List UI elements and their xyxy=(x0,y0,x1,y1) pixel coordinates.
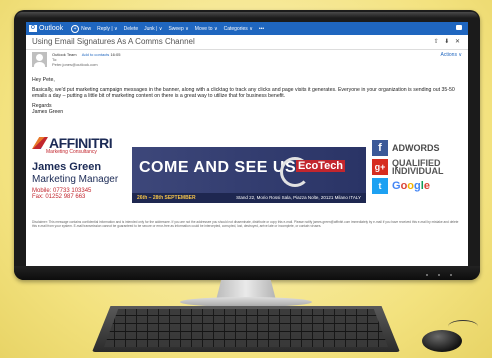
greeting: Hey Pete, xyxy=(32,77,55,83)
message-body: Hey Pete, Basically, we'd put marketing … xyxy=(32,77,462,116)
google-logo: Google xyxy=(392,180,430,192)
plus-circle-icon: + xyxy=(71,24,80,33)
facebook-row: f ADWORDS xyxy=(372,140,462,157)
body-paragraph: Basically, we'd put marketing campaign m… xyxy=(32,86,455,100)
add-to-contacts-link[interactable]: Add to contacts xyxy=(82,52,110,57)
banner-info-strip: 26th – 28th SEPTEMBER Stand 22, Morio Ro… xyxy=(132,193,366,203)
power-button-icon xyxy=(450,274,452,276)
sender-line: Outlook Team Add to contacts 16:05 xyxy=(52,52,120,57)
signature-fax: Fax: 01252 987 663 xyxy=(32,194,86,200)
ecotech-logo: EcoTech xyxy=(280,157,350,187)
recipient-address[interactable]: Peter.jones@outlook.com xyxy=(52,62,98,67)
sweep-button[interactable]: Sweep ∨ xyxy=(168,26,188,32)
actions-menu[interactable]: Actions ∨ xyxy=(441,52,462,58)
affinitri-mark-icon xyxy=(32,137,48,149)
event-dates: 26th – 28th SEPTEMBER xyxy=(137,195,196,201)
closing: Regards xyxy=(32,102,52,109)
brand-tagline: Marketing Consultancy xyxy=(46,149,97,155)
monitor-gloss xyxy=(16,12,478,18)
reply-button[interactable]: Reply | ∨ xyxy=(97,26,118,32)
email-disclaimer: Disclaimer: This message contains confid… xyxy=(32,220,459,229)
move-to-button[interactable]: Move to ∨ xyxy=(195,26,218,32)
closing-name: James Green xyxy=(32,109,64,116)
signature-name: James Green xyxy=(32,161,102,173)
google-letter: G xyxy=(392,180,401,192)
outlook-icon: O xyxy=(29,25,37,32)
monitor-stand-base xyxy=(180,297,312,307)
mouse xyxy=(422,330,462,352)
new-label: New xyxy=(81,25,92,32)
junk-button[interactable]: Junk | ∨ xyxy=(144,26,162,32)
individual-text: INDIVIDUAL xyxy=(392,166,444,176)
message-time: 16:05 xyxy=(110,52,121,57)
google-plus-row: g+ QUALIFIED INDIVIDUAL xyxy=(372,159,462,176)
social-badges: f ADWORDS g+ QUALIFIED INDIVIDUAL t Goog… xyxy=(372,140,462,197)
email-signature: AFFINITRI Marketing Consultancy James Gr… xyxy=(32,135,462,217)
monitor: O Outlook + New Reply | ∨ Delete Junk | … xyxy=(14,10,480,280)
outlook-toolbar: O Outlook + New Reply | ∨ Delete Junk | … xyxy=(26,22,468,35)
chat-icon[interactable] xyxy=(456,25,462,30)
screen: O Outlook + New Reply | ∨ Delete Junk | … xyxy=(26,22,468,266)
delete-button[interactable]: Delete xyxy=(124,26,138,32)
facebook-icon[interactable]: f xyxy=(372,140,388,156)
signature-banner[interactable]: COME AND SEE US EcoTech 26th – 28th SEPT… xyxy=(132,147,366,203)
signature-title: Marketing Manager xyxy=(32,174,119,185)
twitter-row: t Google xyxy=(372,178,462,195)
window-controls-icon[interactable]: ⇧ ⬇ ✕ xyxy=(434,38,462,45)
outlook-logo[interactable]: O Outlook xyxy=(29,25,63,32)
signature-brand-block: AFFINITRI Marketing Consultancy James Gr… xyxy=(32,135,142,200)
monitor-bezel xyxy=(14,266,480,280)
event-location: Stand 22, Morio Rossi Sala, Piazza Nolte… xyxy=(236,195,361,200)
google-letter: e xyxy=(423,180,430,192)
twitter-icon[interactable]: t xyxy=(372,178,388,194)
keyboard-keys xyxy=(104,309,388,347)
subject-row: Using Email Signatures As A Comms Channe… xyxy=(26,35,468,50)
email-subject: Using Email Signatures As A Comms Channe… xyxy=(32,37,195,46)
desk-background: O Outlook + New Reply | ∨ Delete Junk | … xyxy=(0,0,492,358)
ecotech-name: EcoTech xyxy=(296,160,346,172)
categories-button[interactable]: Categories ∨ xyxy=(224,26,253,32)
power-led-icon xyxy=(426,274,428,276)
banner-headline: COME AND SEE US xyxy=(139,159,297,176)
app-name: Outlook xyxy=(39,25,64,32)
google-letter: g xyxy=(414,180,421,192)
new-button[interactable]: + New xyxy=(71,24,92,33)
avatar xyxy=(32,52,47,67)
qualified-badge: QUALIFIED INDIVIDUAL xyxy=(392,159,444,176)
message-header: Outlook Team Add to contacts 16:05 To: P… xyxy=(32,52,462,74)
adwords-badge: ADWORDS xyxy=(392,143,440,153)
more-options-button[interactable]: ••• xyxy=(259,26,264,32)
google-plus-icon[interactable]: g+ xyxy=(372,159,388,175)
menu-button-icon xyxy=(438,274,440,276)
